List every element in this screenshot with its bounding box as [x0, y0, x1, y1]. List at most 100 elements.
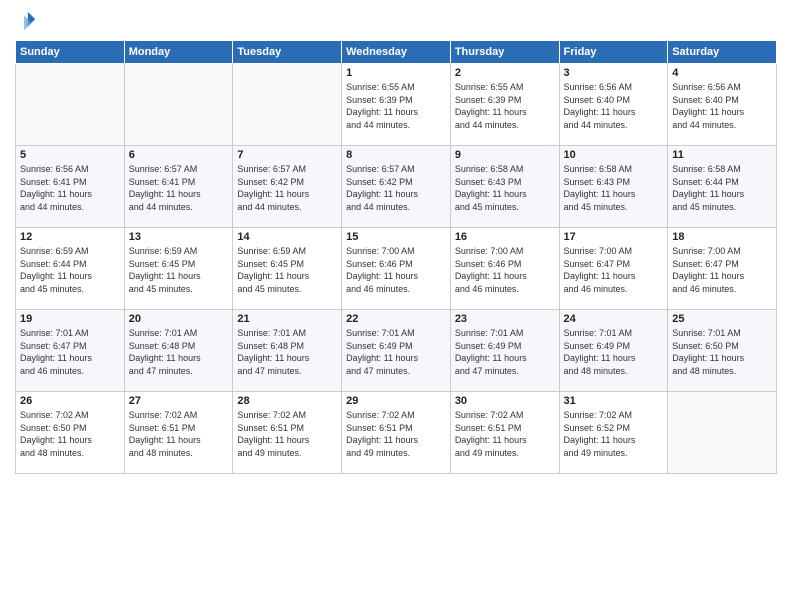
day-cell: 17Sunrise: 7:00 AM Sunset: 6:47 PM Dayli…: [559, 228, 668, 310]
day-cell: 15 Sunrise: 7:00 AM Sunset: 6:46 PM Dayli…: [342, 228, 451, 310]
day-number: 12: [20, 231, 120, 243]
day-cell: 22Sunrise: 7:01 AM Sunset: 6:49 PM Dayli…: [342, 310, 451, 392]
day-cell: 4 Sunrise: 6:56 AM Sunset: 6:40 PM Daylig…: [668, 64, 777, 146]
weekday-header-friday: Friday: [559, 41, 668, 64]
day-info: Sunrise: 7:01 AM Sunset: 6:49 PM Dayligh…: [346, 327, 446, 377]
day-info: Sunrise: 7:01 AM Sunset: 6:50 PM Dayligh…: [672, 327, 772, 377]
day-number: 8: [346, 149, 446, 161]
day-number: 28: [237, 395, 337, 407]
day-number: 26: [20, 395, 120, 407]
day-cell: 11Sunrise: 6:58 AM Sunset: 6:44 PM Dayli…: [668, 146, 777, 228]
day-number: 17: [564, 231, 664, 243]
day-number: 3: [564, 67, 664, 79]
day-cell: 20Sunrise: 7:01 AM Sunset: 6:48 PM Dayli…: [124, 310, 233, 392]
day-number: 18: [672, 231, 772, 243]
day-cell: 8 Sunrise: 6:57 AM Sunset: 6:42 PM Daylig…: [342, 146, 451, 228]
day-number: 13: [129, 231, 229, 243]
day-cell: 13 Sunrise: 6:59 AM Sunset: 6:45 PM Dayli…: [124, 228, 233, 310]
logo: [15, 10, 39, 32]
day-cell: 6Sunrise: 6:57 AM Sunset: 6:41 PM Daylig…: [124, 146, 233, 228]
week-row-5: 26 Sunrise: 7:02 AM Sunset: 6:50 PM Dayli…: [16, 392, 777, 474]
day-number: 16: [455, 231, 555, 243]
day-info: Sunrise: 7:02 AM Sunset: 6:50 PM Dayligh…: [20, 409, 120, 459]
day-number: 6: [129, 149, 229, 161]
day-number: 27: [129, 395, 229, 407]
day-cell: [233, 64, 342, 146]
day-info: Sunrise: 7:00 AM Sunset: 6:47 PM Dayligh…: [672, 245, 772, 295]
weekday-header-row: SundayMondayTuesdayWednesdayThursdayFrid…: [16, 41, 777, 64]
weekday-header-thursday: Thursday: [450, 41, 559, 64]
weekday-header-wednesday: Wednesday: [342, 41, 451, 64]
day-number: 10: [564, 149, 664, 161]
day-cell: 30Sunrise: 7:02 AM Sunset: 6:51 PM Dayli…: [450, 392, 559, 474]
day-info: Sunrise: 6:55 AM Sunset: 6:39 PM Dayligh…: [455, 81, 555, 131]
day-cell: 16 Sunrise: 7:00 AM Sunset: 6:46 PM Dayli…: [450, 228, 559, 310]
day-info: Sunrise: 7:01 AM Sunset: 6:47 PM Dayligh…: [20, 327, 120, 377]
day-number: 9: [455, 149, 555, 161]
day-info: Sunrise: 7:01 AM Sunset: 6:49 PM Dayligh…: [455, 327, 555, 377]
day-info: Sunrise: 7:01 AM Sunset: 6:48 PM Dayligh…: [129, 327, 229, 377]
day-info: Sunrise: 7:01 AM Sunset: 6:49 PM Dayligh…: [564, 327, 664, 377]
calendar-table: SundayMondayTuesdayWednesdayThursdayFrid…: [15, 40, 777, 474]
day-number: 19: [20, 313, 120, 325]
week-row-3: 12 Sunrise: 6:59 AM Sunset: 6:44 PM Dayli…: [16, 228, 777, 310]
day-number: 29: [346, 395, 446, 407]
day-cell: 25 Sunrise: 7:01 AM Sunset: 6:50 PM Dayli…: [668, 310, 777, 392]
day-number: 31: [564, 395, 664, 407]
day-cell: 21 Sunrise: 7:01 AM Sunset: 6:48 PM Dayli…: [233, 310, 342, 392]
day-number: 1: [346, 67, 446, 79]
day-info: Sunrise: 7:02 AM Sunset: 6:52 PM Dayligh…: [564, 409, 664, 459]
day-cell: 10Sunrise: 6:58 AM Sunset: 6:43 PM Dayli…: [559, 146, 668, 228]
day-cell: 19 Sunrise: 7:01 AM Sunset: 6:47 PM Dayli…: [16, 310, 125, 392]
day-cell: 23Sunrise: 7:01 AM Sunset: 6:49 PM Dayli…: [450, 310, 559, 392]
weekday-header-tuesday: Tuesday: [233, 41, 342, 64]
day-number: 21: [237, 313, 337, 325]
day-cell: 27 Sunrise: 7:02 AM Sunset: 6:51 PM Dayli…: [124, 392, 233, 474]
day-info: Sunrise: 6:56 AM Sunset: 6:40 PM Dayligh…: [564, 81, 664, 131]
weekday-header-monday: Monday: [124, 41, 233, 64]
weekday-header-sunday: Sunday: [16, 41, 125, 64]
day-number: 7: [237, 149, 337, 161]
day-info: Sunrise: 6:59 AM Sunset: 6:44 PM Dayligh…: [20, 245, 120, 295]
day-cell: 31 Sunrise: 7:02 AM Sunset: 6:52 PM Dayli…: [559, 392, 668, 474]
day-info: Sunrise: 7:00 AM Sunset: 6:46 PM Dayligh…: [346, 245, 446, 295]
calendar-container: SundayMondayTuesdayWednesdayThursdayFrid…: [0, 0, 792, 612]
day-info: Sunrise: 6:56 AM Sunset: 6:41 PM Dayligh…: [20, 163, 120, 213]
day-info: Sunrise: 6:59 AM Sunset: 6:45 PM Dayligh…: [129, 245, 229, 295]
day-cell: [124, 64, 233, 146]
day-cell: 12 Sunrise: 6:59 AM Sunset: 6:44 PM Dayli…: [16, 228, 125, 310]
week-row-4: 19 Sunrise: 7:01 AM Sunset: 6:47 PM Dayli…: [16, 310, 777, 392]
day-info: Sunrise: 6:57 AM Sunset: 6:42 PM Dayligh…: [346, 163, 446, 213]
day-number: 30: [455, 395, 555, 407]
day-info: Sunrise: 7:02 AM Sunset: 6:51 PM Dayligh…: [129, 409, 229, 459]
week-row-1: 1 Sunrise: 6:55 AM Sunset: 6:39 PM Daylig…: [16, 64, 777, 146]
day-cell: 7 Sunrise: 6:57 AM Sunset: 6:42 PM Daylig…: [233, 146, 342, 228]
header: [15, 10, 777, 32]
day-number: 14: [237, 231, 337, 243]
day-info: Sunrise: 6:59 AM Sunset: 6:45 PM Dayligh…: [237, 245, 337, 295]
day-cell: 5 Sunrise: 6:56 AM Sunset: 6:41 PM Daylig…: [16, 146, 125, 228]
logo-icon: [15, 10, 37, 32]
day-info: Sunrise: 6:56 AM Sunset: 6:40 PM Dayligh…: [672, 81, 772, 131]
day-info: Sunrise: 7:00 AM Sunset: 6:46 PM Dayligh…: [455, 245, 555, 295]
day-number: 15: [346, 231, 446, 243]
day-cell: 28Sunrise: 7:02 AM Sunset: 6:51 PM Dayli…: [233, 392, 342, 474]
day-cell: 14 Sunrise: 6:59 AM Sunset: 6:45 PM Dayli…: [233, 228, 342, 310]
day-info: Sunrise: 6:58 AM Sunset: 6:43 PM Dayligh…: [455, 163, 555, 213]
day-cell: 2Sunrise: 6:55 AM Sunset: 6:39 PM Daylig…: [450, 64, 559, 146]
day-number: 11: [672, 149, 772, 161]
day-number: 24: [564, 313, 664, 325]
weekday-header-saturday: Saturday: [668, 41, 777, 64]
day-number: 4: [672, 67, 772, 79]
day-number: 5: [20, 149, 120, 161]
day-number: 25: [672, 313, 772, 325]
day-cell: [16, 64, 125, 146]
week-row-2: 5 Sunrise: 6:56 AM Sunset: 6:41 PM Daylig…: [16, 146, 777, 228]
day-info: Sunrise: 7:02 AM Sunset: 6:51 PM Dayligh…: [346, 409, 446, 459]
day-info: Sunrise: 7:01 AM Sunset: 6:48 PM Dayligh…: [237, 327, 337, 377]
day-info: Sunrise: 6:55 AM Sunset: 6:39 PM Dayligh…: [346, 81, 446, 131]
day-info: Sunrise: 6:57 AM Sunset: 6:42 PM Dayligh…: [237, 163, 337, 213]
day-cell: 29 Sunrise: 7:02 AM Sunset: 6:51 PM Dayli…: [342, 392, 451, 474]
day-cell: 9 Sunrise: 6:58 AM Sunset: 6:43 PM Daylig…: [450, 146, 559, 228]
day-cell: 18 Sunrise: 7:00 AM Sunset: 6:47 PM Dayli…: [668, 228, 777, 310]
